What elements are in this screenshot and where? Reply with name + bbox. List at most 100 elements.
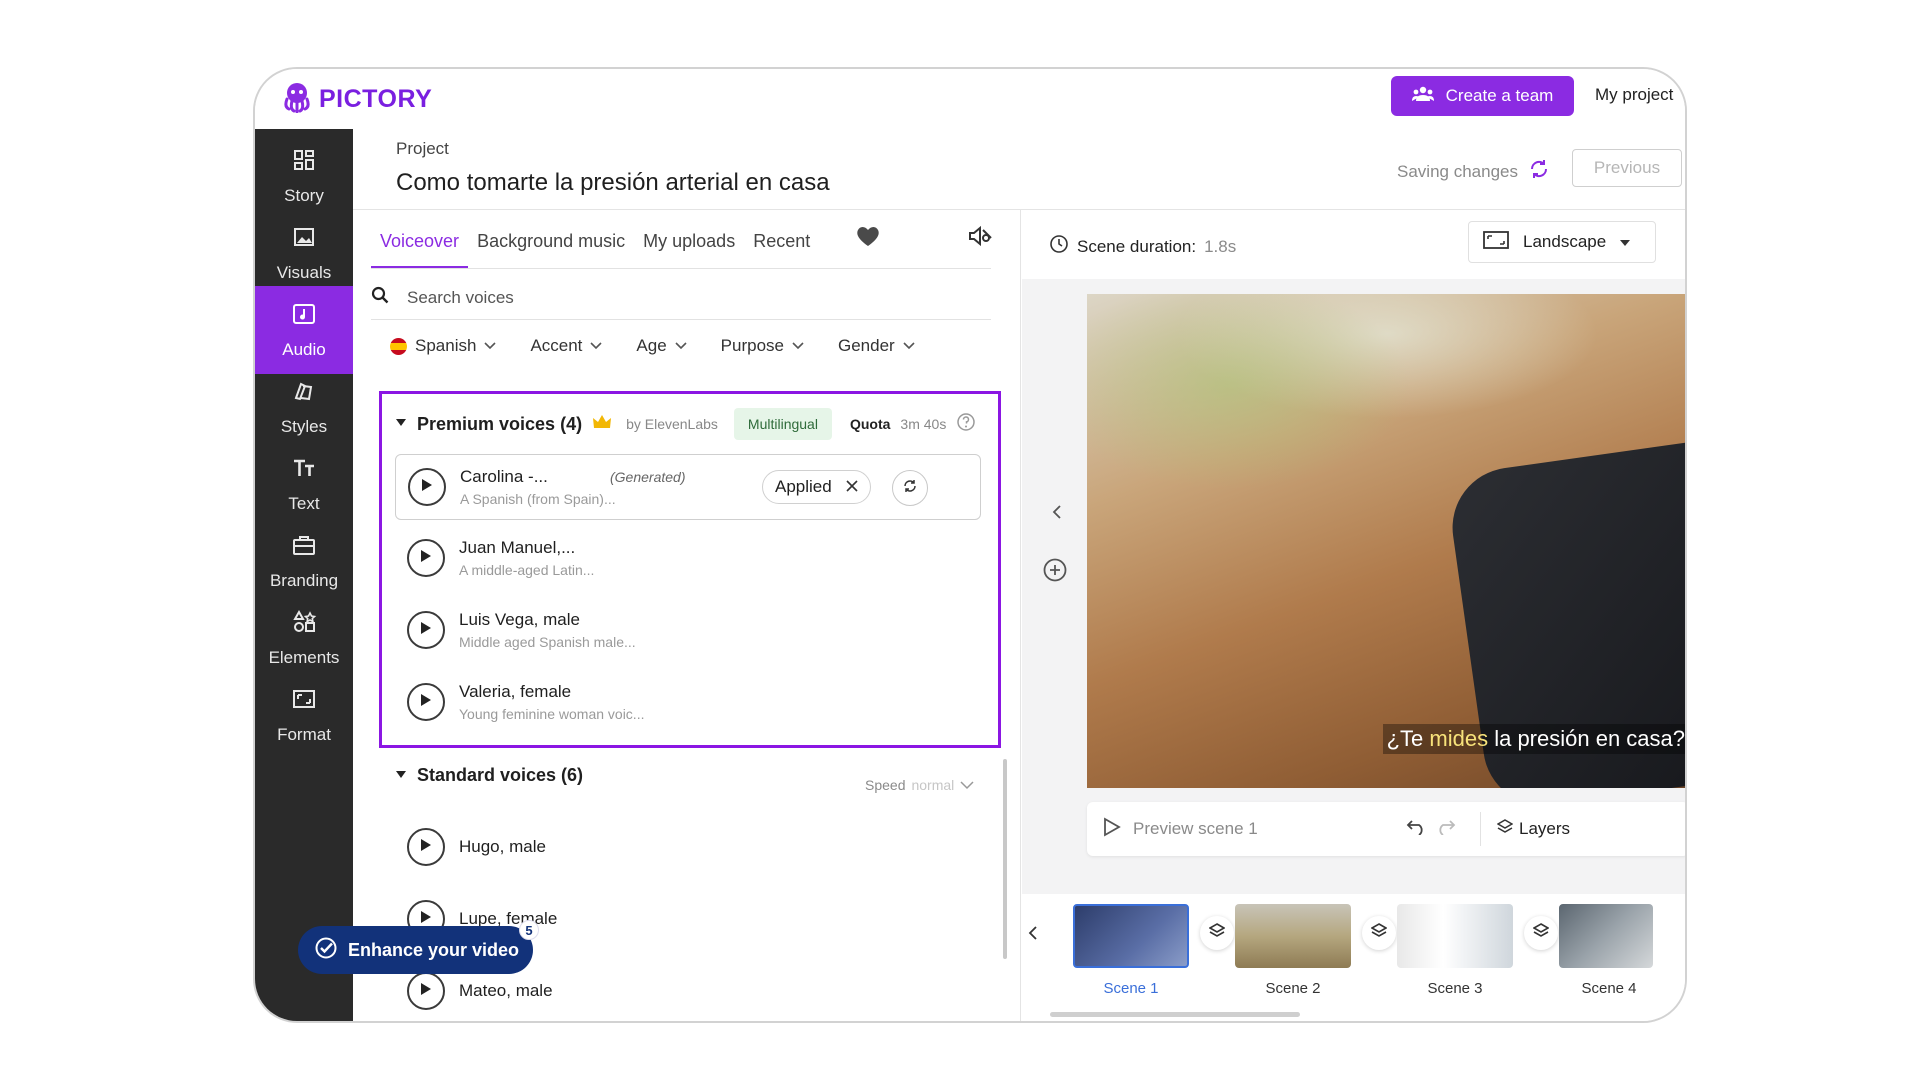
scene-label[interactable]: Scene 2: [1235, 980, 1351, 997]
create-team-label: Create a team: [1445, 86, 1554, 105]
filter-language[interactable]: Spanish: [390, 336, 497, 356]
create-team-button[interactable]: Create a team: [1391, 76, 1574, 116]
crown-icon: [592, 414, 612, 435]
filter-purpose[interactable]: Purpose: [721, 336, 804, 356]
preview-bar: Preview scene 1 Layers: [1087, 802, 1685, 856]
play-outline-icon[interactable]: [1103, 816, 1121, 842]
video-caption: ¿Te mides la presión en casa?: [1382, 724, 1685, 754]
applied-pill[interactable]: Applied: [762, 470, 871, 504]
add-scene-icon[interactable]: [1042, 557, 1068, 588]
tab-background-music[interactable]: Background music: [468, 214, 634, 268]
regenerate-button[interactable]: [892, 470, 928, 506]
filter-purpose-label: Purpose: [720, 336, 784, 355]
briefcase-icon: [291, 532, 317, 563]
voice-item-juan-manuel[interactable]: Juan Manuel,... A middle-aged Latin...: [395, 525, 981, 591]
filter-age[interactable]: Age: [636, 336, 687, 356]
standard-voices-title: Standard voices (6): [417, 765, 584, 785]
toolbar-divider: [1480, 812, 1481, 846]
project-title[interactable]: Como tomarte la presión arterial en casa: [396, 169, 830, 197]
timeline-scrollbar[interactable]: [1050, 1012, 1300, 1017]
sidebar-item-branding[interactable]: Branding: [255, 517, 353, 605]
my-project-link[interactable]: My project: [1595, 85, 1673, 105]
undo-icon[interactable]: [1403, 819, 1427, 840]
sidebar-item-audio[interactable]: Audio: [255, 286, 353, 374]
play-button[interactable]: [407, 828, 445, 866]
scene-label[interactable]: Scene 4: [1559, 980, 1659, 997]
sidebar-item-format[interactable]: Format: [255, 671, 353, 759]
sidebar-item-label: Format: [277, 724, 331, 744]
scene-label[interactable]: Scene 3: [1397, 980, 1513, 997]
chevron-left-icon[interactable]: [1051, 504, 1063, 525]
scene-thumbnail[interactable]: [1073, 904, 1189, 968]
chevron-down-icon: [590, 336, 602, 356]
speed-dropdown[interactable]: Speed normal: [865, 777, 974, 793]
preview-scene-label[interactable]: Preview scene 1: [1133, 819, 1258, 839]
filter-accent[interactable]: Accent: [530, 336, 602, 356]
provider-label: by ElevenLabs: [626, 416, 718, 432]
enhance-video-button[interactable]: Enhance your video: [298, 926, 533, 974]
layers-label: Layers: [1519, 819, 1571, 838]
enhance-count-badge: 5: [519, 920, 539, 940]
grid-icon: [291, 147, 317, 178]
layers-button[interactable]: Layers: [1496, 818, 1571, 840]
voice-settings-mute-icon[interactable]: [967, 224, 993, 253]
filter-gender-label: Gender: [838, 336, 895, 355]
scene-thumbnail[interactable]: [1235, 904, 1351, 968]
filter-language-label: Spanish: [415, 336, 477, 355]
voice-item-luis-vega[interactable]: Luis Vega, male Middle aged Spanish male…: [395, 597, 981, 663]
sidebar-item-label: Branding: [269, 570, 339, 590]
tab-recent[interactable]: Recent: [744, 214, 819, 268]
play-icon: [421, 478, 433, 497]
close-icon[interactable]: [846, 477, 858, 497]
previous-button[interactable]: Previous: [1572, 149, 1682, 187]
tab-voiceover[interactable]: Voiceover: [371, 214, 469, 268]
voice-search: [371, 276, 991, 320]
orientation-dropdown[interactable]: Landscape: [1468, 221, 1656, 263]
play-icon: [420, 838, 432, 857]
generated-tag: (Generated): [610, 469, 686, 485]
scene-thumbnail[interactable]: [1559, 904, 1653, 968]
quota-value: 3m 40s: [900, 416, 947, 432]
scene-duration-label: Scene duration:: [1077, 236, 1197, 256]
play-button[interactable]: [407, 611, 445, 649]
voice-item-valeria[interactable]: Valeria, female Young feminine woman voi…: [395, 669, 981, 735]
refresh-icon: [902, 478, 918, 499]
sidebar-item-visuals[interactable]: Visuals: [255, 209, 353, 297]
voice-description: A Spanish (from Spain)...: [460, 491, 616, 507]
chevron-left-icon[interactable]: [1028, 926, 1038, 945]
scene-label[interactable]: Scene 1: [1073, 980, 1189, 997]
chevron-down-icon: [903, 336, 915, 356]
voice-item-carolina[interactable]: Carolina -... A Spanish (from Spain)... …: [395, 454, 981, 520]
standard-voices-header[interactable]: Standard voices (6): [395, 765, 583, 786]
chevron-down-icon: [960, 777, 974, 793]
premium-voices-header[interactable]: Premium voices (4) by ElevenLabs Multili…: [395, 408, 976, 440]
app-name: PICTORY: [319, 85, 433, 113]
search-input[interactable]: [407, 287, 907, 308]
play-button[interactable]: [407, 683, 445, 721]
tab-my-uploads[interactable]: My uploads: [634, 214, 744, 268]
voices-scrollbar[interactable]: [1003, 759, 1007, 959]
sidebar-item-text[interactable]: Text: [255, 440, 353, 528]
voice-name: Juan Manuel,...: [459, 538, 576, 557]
format-icon: [291, 686, 317, 717]
filter-gender[interactable]: Gender: [838, 336, 915, 356]
scene-layers-button[interactable]: [1200, 916, 1234, 950]
premium-voices-title: Premium voices (4): [417, 413, 583, 434]
sidebar-item-story[interactable]: Story: [255, 132, 353, 220]
scene-thumbnail[interactable]: [1397, 904, 1513, 968]
video-preview[interactable]: ¿Te mides la presión en casa?: [1087, 294, 1685, 788]
play-button[interactable]: [407, 539, 445, 577]
scene-layers-button[interactable]: [1362, 916, 1396, 950]
redo-icon[interactable]: [1435, 819, 1459, 840]
voice-item-hugo[interactable]: Hugo, male: [395, 814, 981, 880]
filter-age-label: Age: [636, 336, 667, 355]
tabs-divider: [371, 268, 991, 269]
scene-layers-button[interactable]: [1524, 916, 1558, 950]
sidebar-item-styles[interactable]: Styles: [255, 363, 353, 451]
sidebar-item-elements[interactable]: Elements: [255, 594, 353, 682]
play-button[interactable]: [408, 468, 446, 506]
help-icon[interactable]: [956, 412, 976, 437]
favorites-heart-icon[interactable]: [855, 224, 881, 253]
logo[interactable]: PICTORY: [281, 81, 432, 118]
play-button[interactable]: [407, 972, 445, 1010]
